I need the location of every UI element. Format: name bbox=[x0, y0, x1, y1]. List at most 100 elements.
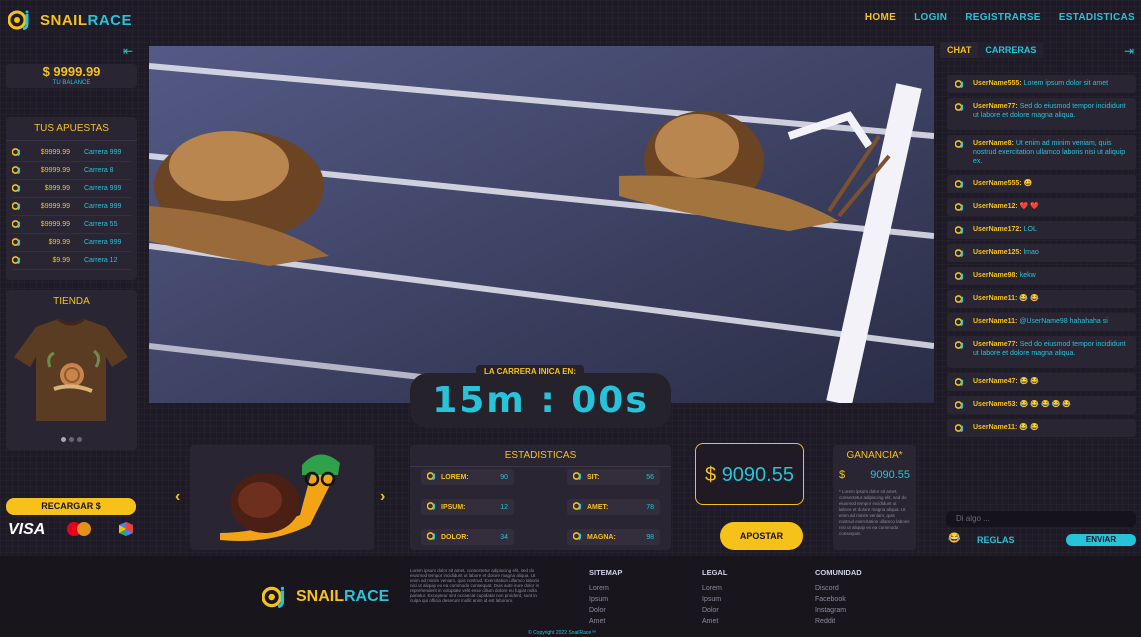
chat-message: UserName47: 😂 😂 bbox=[947, 373, 1136, 391]
chat-text: 😂 😂 bbox=[1019, 378, 1040, 385]
chat-message: UserName98: kekw bbox=[947, 267, 1136, 285]
bet-amount: $99.99 bbox=[48, 239, 70, 246]
bet-row[interactable]: $9999.99 Carrera 8 bbox=[11, 162, 131, 180]
snail-icon bbox=[954, 140, 965, 151]
chat-text: 😀 bbox=[1023, 180, 1033, 187]
balance-label: TU BALANCE bbox=[52, 80, 91, 86]
place-bet-button[interactable]: APOSTAR bbox=[720, 522, 803, 550]
footer-link-discord[interactable]: Discord bbox=[815, 583, 862, 594]
chat-username[interactable]: UserName47: bbox=[973, 378, 1018, 385]
send-button[interactable]: ENVIAR bbox=[1066, 534, 1136, 546]
shop-title: TIENDA bbox=[53, 296, 90, 307]
prev-snail-arrow-icon[interactable]: ‹ bbox=[175, 488, 180, 506]
footer-link[interactable]: Amet bbox=[702, 616, 727, 627]
recharge-button[interactable]: RECARGAR $ bbox=[6, 498, 136, 515]
chat-message: UserName555: 😀 bbox=[947, 175, 1136, 193]
bet-row[interactable]: $999.99 Carrera 999 bbox=[11, 180, 131, 198]
footer-link[interactable]: Dolor bbox=[702, 605, 727, 616]
chat-message: UserName555: Lorem ipsum dolor sit amet bbox=[947, 75, 1136, 93]
chat-username[interactable]: UserName77: bbox=[973, 341, 1018, 348]
chat-message: UserName8: Ut enim ad minim veniam, quis… bbox=[947, 135, 1136, 170]
bet-race: Carrera 999 bbox=[84, 185, 122, 192]
shop-carousel-dots[interactable] bbox=[6, 437, 137, 442]
chat-username[interactable]: UserName77: bbox=[973, 103, 1018, 110]
nav-login[interactable]: LOGIN bbox=[914, 12, 947, 23]
stat-value: 90 bbox=[500, 473, 508, 481]
logo[interactable]: SNAILRACE bbox=[8, 10, 132, 30]
footer-link-reddit[interactable]: Reddit bbox=[815, 616, 862, 627]
footer-link-instagram[interactable]: Instagram bbox=[815, 605, 862, 616]
nav-home[interactable]: HOME bbox=[865, 12, 896, 23]
rules-link[interactable]: REGLAS bbox=[977, 535, 1015, 545]
stat-value: 78 bbox=[646, 503, 654, 511]
collapse-right-icon[interactable]: ⇥ bbox=[1124, 44, 1134, 58]
chat-username[interactable]: UserName12: bbox=[973, 203, 1018, 210]
next-snail-arrow-icon[interactable]: › bbox=[380, 488, 385, 506]
chat-username[interactable]: UserName172: bbox=[973, 226, 1022, 233]
snail-icon bbox=[572, 532, 583, 542]
snail-icon bbox=[954, 318, 965, 329]
gain-amount: 9090.55 bbox=[870, 469, 910, 481]
visa-icon: VISA bbox=[8, 521, 46, 538]
bet-row[interactable]: $9.99 Carrera 12 bbox=[11, 252, 131, 270]
chat-message: UserName11: @UserName98 hahahaha si bbox=[947, 313, 1136, 331]
chat-username[interactable]: UserName53: bbox=[973, 401, 1018, 408]
footer-link[interactable]: Dolor bbox=[589, 605, 622, 616]
race-video[interactable] bbox=[149, 46, 934, 403]
stat-item: SIT: 56 bbox=[567, 469, 660, 485]
chat-username[interactable]: UserName98: bbox=[973, 272, 1018, 279]
chat-username[interactable]: UserName555: bbox=[973, 180, 1022, 187]
bet-race: Carrera 999 bbox=[84, 239, 122, 246]
bet-row[interactable]: $99.99 Carrera 999 bbox=[11, 234, 131, 252]
tab-races[interactable]: CARRERAS bbox=[978, 42, 1044, 58]
chat-text: 😂 😂 😂 😂 😂 bbox=[1019, 401, 1072, 408]
footer-link-facebook[interactable]: Facebook bbox=[815, 594, 862, 605]
carousel-dot[interactable] bbox=[77, 437, 82, 442]
tshirt-product-image[interactable] bbox=[6, 313, 137, 423]
snail-character-image bbox=[220, 454, 340, 541]
bet-amount-input[interactable]: $ 9090.55 bbox=[695, 443, 804, 505]
logo-text-a: SNAIL bbox=[40, 11, 88, 29]
carousel-dot[interactable] bbox=[61, 437, 66, 442]
snail-icon bbox=[954, 424, 965, 435]
snail-logo-icon bbox=[262, 586, 285, 608]
bet-amount-value: 9090.55 bbox=[721, 464, 794, 486]
gain-title: GANANCIA* bbox=[846, 450, 903, 461]
bet-row[interactable]: $9999.99 Carrera 55 bbox=[11, 216, 131, 234]
snail-icon bbox=[954, 341, 965, 352]
footer-link[interactable]: Ipsum bbox=[702, 594, 727, 605]
chat-username[interactable]: UserName125: bbox=[973, 249, 1022, 256]
bet-race: Carrera 999 bbox=[84, 149, 122, 156]
chat-username[interactable]: UserName11: bbox=[973, 318, 1017, 325]
footer-legal: LEGAL Lorem Ipsum Dolor Amet bbox=[702, 567, 727, 627]
bet-row[interactable]: $9999.99 Carrera 999 bbox=[11, 144, 131, 162]
bet-row[interactable]: $9999.99 Carrera 999 bbox=[11, 198, 131, 216]
footer-link[interactable]: Lorem bbox=[702, 583, 727, 594]
footer-logo[interactable]: SNAILRACE bbox=[262, 586, 389, 608]
footer-link[interactable]: Amet bbox=[589, 616, 622, 627]
chat-username[interactable]: UserName11: bbox=[973, 295, 1017, 302]
nav-register[interactable]: REGISTRARSE bbox=[965, 12, 1041, 23]
copyright: © Copyright 2022 SnailRace™ bbox=[528, 630, 597, 636]
footer-logo-b: RACE bbox=[344, 588, 390, 605]
tab-chat[interactable]: CHAT bbox=[940, 42, 979, 58]
chat-username[interactable]: UserName8: bbox=[973, 140, 1014, 147]
shop-panel: TIENDA bbox=[6, 290, 137, 450]
chat-input[interactable]: Di algo ... bbox=[946, 511, 1136, 527]
snail-icon bbox=[954, 226, 965, 237]
snail-icon bbox=[954, 249, 965, 260]
chat-username[interactable]: UserName555: bbox=[973, 80, 1022, 87]
collapse-left-icon[interactable]: ⇤ bbox=[123, 44, 133, 58]
chat-username[interactable]: UserName11: bbox=[973, 424, 1017, 431]
bet-race: Carrera 8 bbox=[84, 167, 114, 174]
bets-panel: TUS APUESTAS $9999.99 Carrera 999 $9999.99… bbox=[6, 117, 137, 280]
nav-stats[interactable]: ESTADISTICAS bbox=[1059, 12, 1135, 23]
snail-icon bbox=[954, 80, 965, 91]
emoji-icon[interactable]: 😂 bbox=[948, 533, 960, 544]
snail-icon bbox=[954, 180, 965, 191]
chat-message: UserName125: lmao bbox=[947, 244, 1136, 262]
footer-link[interactable]: Ipsum bbox=[589, 594, 622, 605]
carousel-dot[interactable] bbox=[69, 437, 74, 442]
footer-link[interactable]: Lorem bbox=[589, 583, 622, 594]
snail-logo-icon bbox=[8, 10, 29, 30]
